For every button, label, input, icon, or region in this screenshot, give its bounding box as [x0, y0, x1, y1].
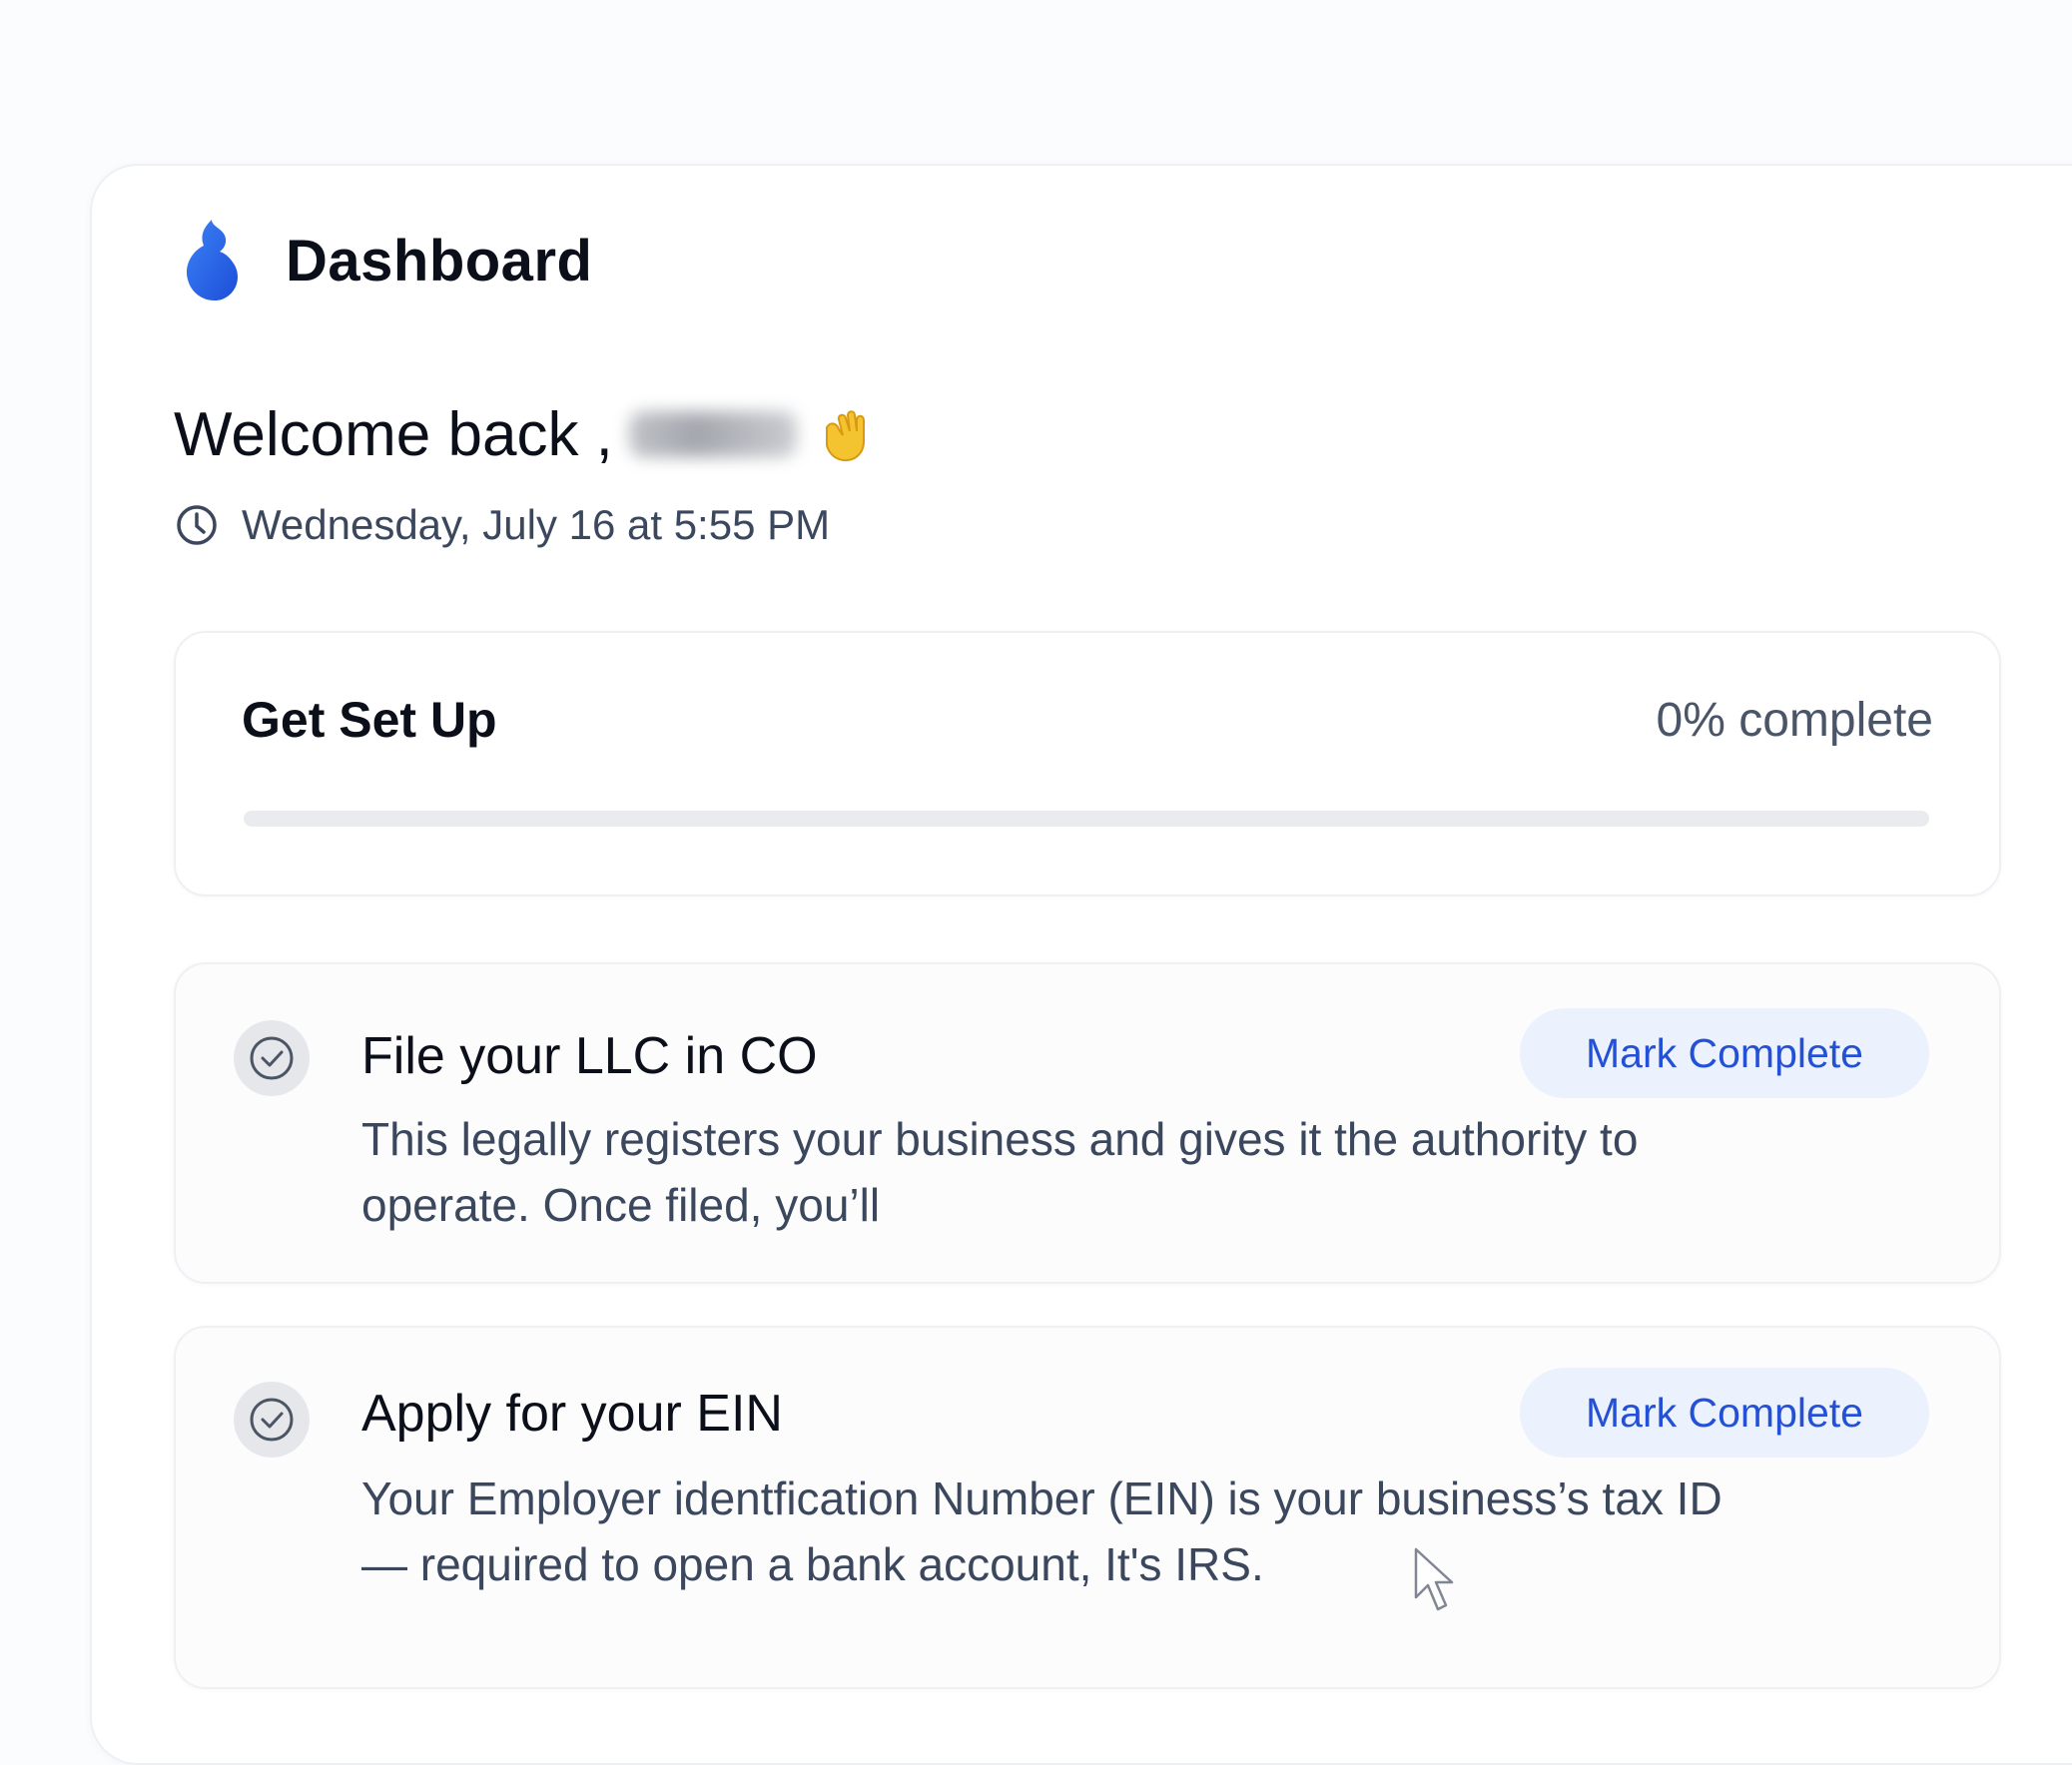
welcome-heading: Welcome back ,	[174, 391, 875, 477]
user-name-redacted	[628, 411, 797, 457]
mark-complete-button[interactable]: Mark Complete	[1520, 1008, 1929, 1098]
setup-progress-panel: Get Set Up 0% complete	[174, 631, 2001, 896]
datetime-row: Wednesday, July 16 at 5:55 PM	[176, 497, 830, 553]
drop-logo-icon	[182, 218, 242, 303]
page-title: Dashboard	[286, 228, 593, 294]
mark-complete-button[interactable]: Mark Complete	[1520, 1368, 1929, 1458]
task-title: Apply for your EIN	[361, 1385, 783, 1443]
task-card: Apply for your EIN Your Employer identfi…	[174, 1326, 2001, 1689]
clock-icon	[176, 504, 218, 546]
task-card: File your LLC in CO This legally registe…	[174, 962, 2001, 1284]
task-description: Your Employer identfication Number (EIN)…	[361, 1472, 1723, 1590]
datetime-text: Wednesday, July 16 at 5:55 PM	[242, 501, 831, 548]
waving-hand-icon	[817, 405, 875, 463]
setup-progress-label: 0% complete	[1656, 694, 1933, 747]
mouse-cursor-icon	[1412, 1545, 1472, 1615]
task-description: This legally registers your business and…	[361, 1113, 1639, 1231]
check-circle-icon[interactable]	[234, 1020, 310, 1096]
setup-title: Get Set Up	[242, 692, 497, 748]
welcome-greeting: Welcome back ,	[174, 399, 613, 469]
check-circle-icon[interactable]	[234, 1382, 310, 1458]
dashboard-header: Dashboard	[182, 218, 592, 303]
setup-progress-bar	[244, 811, 1929, 827]
task-title: File your LLC in CO	[361, 1027, 818, 1085]
